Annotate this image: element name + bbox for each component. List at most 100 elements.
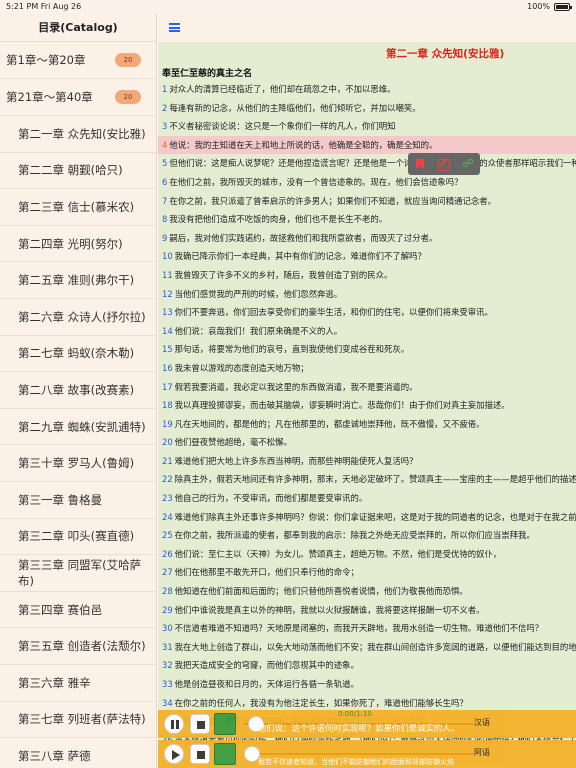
verse-text: 我没有把他们造成不吃饭的肉身，他们也不是长生不老的。 — [169, 214, 388, 225]
verse-text: 他自己的行为，不受审讯，而他们都是要受审讯的。 — [174, 493, 368, 504]
verse-row[interactable]: 14 他们说：哀哉我们！我们原来确是不义的人。 — [158, 322, 576, 341]
sidebar-chapter-item[interactable]: 第二三章 信士(慕米农) — [0, 189, 156, 226]
edit-note-icon[interactable] — [437, 157, 451, 171]
verse-text: 每逢有新的记念，从他们的主降临他们，他们倾听它，并加以嘲笑。 — [169, 102, 421, 113]
verse-row[interactable]: 29 他们中谁说我是真主以外的神明，我就以火狱报酬谁，我将要这样报酬一切不义者。 — [158, 601, 576, 620]
verse-row[interactable]: 18 我以真理投掷谬妄，而击破其脑袋，谬妄瞬时消亡。悲哉你们！由于你们对真主妄加描… — [158, 396, 576, 415]
verse-row[interactable]: 4 他说：我的主知道在天上和地上所说的话，他确是全聪的，确是全知的。 — [158, 135, 576, 155]
verse-text: 不信道者难道不知道吗？天地原是闭塞的，而我开天辟地，我用水创造一切生物。难道他们… — [174, 623, 544, 634]
verse-number: 4 — [162, 139, 168, 150]
verse-row[interactable]: 23 他自己的行为，不受审讯，而他们都是要受审讯的。 — [158, 489, 576, 508]
sidebar-chapter-item[interactable]: 第三四章 赛伯邑 — [0, 592, 156, 629]
verse-row[interactable]: 33 他是创造昼夜和日月的，天体运行各循一条轨道。 — [158, 675, 576, 694]
verse-text: 他们在他那里不敢先开口，他们只奉行他的命令； — [174, 567, 359, 578]
verse-text: 那句话，将要常为他们的哀号，直到我使他们变成谷茬和死灰。 — [174, 344, 410, 355]
group-label: 第1章～第20章 — [6, 53, 86, 67]
verse-row[interactable]: 11 我曾毁灭了许多不义的乡村，随后，我曾创造了别的民众。 — [158, 266, 576, 285]
sidebar-chapter-item[interactable]: 第二九章 蜘蛛(安凯逋特) — [0, 409, 156, 446]
verse-row[interactable]: 7 在你之前，我只派遣了曾奉启示的许多男人；如果你们不知道，就应当询问精通记念者。 — [158, 192, 576, 211]
verse-text: 他说：我的主知道在天上和地上所说的话，他确是全聪的，确是全知的。 — [169, 139, 438, 150]
pause-icon[interactable] — [164, 714, 184, 734]
sidebar-chapter-item[interactable]: 第三五章 创造者(法颓尔) — [0, 628, 156, 665]
verse-text: 在他们之前，我所毁灭的城市，没有一个曾信迹象的。现在，他们会信迹象吗？ — [169, 176, 463, 187]
verse-number: 21 — [162, 455, 173, 466]
verse-row[interactable]: 24 难道他们除真主外还事许多神明吗？你说：你们拿证据来吧，这是对于我的同道者的记… — [158, 508, 576, 527]
verse-number: 29 — [162, 604, 173, 615]
status-time: 5:21 PM Fri Aug 26 — [6, 2, 82, 11]
verse-row[interactable]: 5 但他们说：这是痴人说梦呢？还是他捏造谎言呢？还是他是一个诗人呢？教他象古代的众… — [158, 154, 576, 173]
verse-text: 难道他们除真主外还事许多神明吗？你说：你们拿证据来吧，这是对于我的同道者的记念，… — [174, 511, 576, 522]
verse-number: 9 — [162, 232, 168, 243]
play-icon[interactable] — [164, 744, 184, 764]
verse-row[interactable]: 27 他们在他那里不敢先开口，他们只奉行他的命令； — [158, 563, 576, 582]
verse-row[interactable]: 2 每逢有新的记念，从他们的主降临他们，他们倾听它，并加以嘲笑。 — [158, 99, 576, 118]
verse-row[interactable]: 20 他们昼夜赞他超绝，毫不松懈。 — [158, 433, 576, 452]
verse-row[interactable]: 30 不信道者难道不知道吗？天地原是闭塞的，而我开天辟地，我用水创造一切生物。难道… — [158, 619, 576, 638]
share-icon[interactable]: ☍ — [461, 157, 475, 171]
sidebar-chapter-item[interactable]: 第二四章 光明(努尔) — [0, 226, 156, 263]
verse-row[interactable]: 13 你们不要奔逃，你们回去享受你们的豪华生活，和你们的住宅，以便你们将来受审讯。 — [158, 303, 576, 322]
progress-track[interactable] — [244, 753, 474, 755]
sidebar-group-item[interactable]: 第21章～第40章 20 — [0, 79, 156, 116]
bookmark-icon[interactable] — [413, 157, 427, 171]
verse-row[interactable]: 16 我未曾以游戏的态度创造天地万物； — [158, 359, 576, 378]
verse-row[interactable]: 15 那句话，将要常为他们的哀号，直到我使他们变成谷茬和死灰。 — [158, 340, 576, 359]
sidebar-chapter-item[interactable]: 第二八章 故事(改赛素) — [0, 372, 156, 409]
verse-row[interactable]: 3 不义者秘密谈论说：这只是一个象你们一样的凡人，你们明知 — [158, 117, 576, 136]
verse-row[interactable]: 22 除真主外，假若天地间还有许多神明，那末，天地必定破坏了。赞颂真主——宝座的主… — [158, 470, 576, 489]
verse-row[interactable]: 8 我没有把他们造成不吃饭的肉身，他们也不是长生不老的。 — [158, 210, 576, 229]
verse-number: 32 — [162, 660, 173, 671]
verse-row[interactable]: 6 在他们之前，我所毁灭的城市，没有一个曾信迹象的。现在，他们会信迹象吗？ — [158, 173, 576, 192]
verse-row[interactable]: 1 对众人的清算已经临近了，他们却在疏忽之中，不加以思维。 — [158, 80, 576, 99]
sidebar-chapter-item[interactable]: 第三一章 鲁格曼 — [0, 482, 156, 519]
verse-number: 14 — [162, 325, 173, 336]
stop-icon[interactable] — [190, 714, 210, 734]
sidebar-chapter-item[interactable]: 第三二章 叩头(赛直德) — [0, 519, 156, 556]
sidebar-chapter-item[interactable]: 第三十章 罗马人(鲁姆) — [0, 445, 156, 482]
sidebar-chapter-item[interactable]: 第三八章 萨德 — [0, 738, 156, 768]
verse-row[interactable]: 10 我确已降示你们一本经典，其中有你们的记念，难道你们不了解吗？ — [158, 247, 576, 266]
verse-text: 他知道在他们前面和后面的；他们只替他所喜悦者说情，他们为敬畏他而恐惧。 — [174, 586, 468, 597]
verse-row[interactable]: 17 假若我要消遣，我必定以我这里的东西做消遣，我不是要消遣的。 — [158, 378, 576, 397]
verse-row[interactable]: 9 嗣后，我对他们实践诺约，故拯救他们和我所意欲者，而毁灭了过分者。 — [158, 229, 576, 248]
verse-row[interactable]: 32 我把天造成安全的穹窿，而他们忽视其中的迹象。 — [158, 656, 576, 675]
verse-text: 你们不要奔逃，你们回去享受你们的豪华生活，和你们的住宅，以便你们将来受审讯。 — [174, 307, 493, 318]
sidebar-chapter-item[interactable]: 第三六章 雅辛 — [0, 665, 156, 702]
playback-time: 0:00/1:10 — [338, 710, 372, 718]
verse-text: 在你之前，我所派遣的使者，都奉到我的启示：除我之外绝无应受崇拜的，所以你们应当崇… — [174, 530, 535, 541]
sidebar-group-item[interactable]: 第1章～第20章 20 — [0, 42, 156, 79]
verse-number: 31 — [162, 641, 173, 652]
verse-text: 他们说：至仁主以（天神）为女儿。赞颂真主，超绝万物。不然，他们是受优待的奴仆， — [174, 548, 502, 559]
book-cover-icon[interactable] — [214, 743, 236, 765]
sidebar-chapter-item[interactable]: 第二五章 准则(弗尔干) — [0, 262, 156, 299]
chapter-content[interactable]: 第二一章 众先知(安比雅) 奉至仁至慈的真主之名 1 对众人的清算已经临近了，他们… — [158, 42, 576, 768]
content-toolbar — [158, 14, 576, 42]
verse-row[interactable]: 12 当他们感觉我的严刑的时候，他们忽然奔逃。 — [158, 285, 576, 304]
verse-number: 17 — [162, 381, 173, 392]
verse-row[interactable]: 26 他们说：至仁主以（天神）为女儿。赞颂真主，超绝万物。不然，他们是受优待的奴仆… — [158, 545, 576, 564]
verse-row[interactable]: 25 在你之前，我所派遣的使者，都奉到我的启示：除我之外绝无应受崇拜的，所以你们应… — [158, 526, 576, 545]
verse-row[interactable]: 28 他知道在他们前面和后面的；他们只替他所喜悦者说情，他们为敬畏他而恐惧。 — [158, 582, 576, 601]
verse-row[interactable]: 31 我在大地上创造了群山，以免大地动荡而他们不安；我在群山间创造许多宽阔的道路，… — [158, 638, 576, 657]
verse-number: 19 — [162, 418, 173, 429]
verse-row[interactable]: 21 难道他们把大地上许多东西当神明，而那些神明能使死人复活吗？ — [158, 452, 576, 471]
sidebar-chapter-item[interactable]: 第三七章 列班者(萨法特) — [0, 702, 156, 739]
sidebar-chapter-item[interactable]: 第三三章 同盟军(艾哈萨布) — [0, 555, 156, 592]
book-cover-icon[interactable] — [214, 713, 236, 735]
sidebar-chapter-item[interactable]: 第二六章 众诗人(抒尔拉) — [0, 299, 156, 336]
sidebar-chapter-item[interactable]: 第二一章 众先知(安比雅) — [0, 116, 156, 153]
basmala-heading: 奉至仁至慈的真主之名 — [162, 69, 253, 79]
stop-icon[interactable] — [190, 744, 210, 764]
verse-number: 30 — [162, 623, 173, 634]
verse-text: 在你之前的任何人，我没有为他注定长生，如果你死了，难道他们能够长生吗？ — [174, 697, 468, 708]
verse-number: 22 — [162, 474, 173, 485]
sidebar-chapter-item[interactable]: 第二二章 朝觐(哈只) — [0, 153, 156, 190]
verse-row[interactable]: 19 凡在天地间的，都是他的；凡在他那里的，都虔诚地崇拜他，既不傲慢，又不疲倦。 — [158, 415, 576, 434]
verse-number: 24 — [162, 511, 173, 522]
verse-text: 他们昼夜赞他超绝，毫不松懈。 — [174, 437, 292, 448]
verse-number: 26 — [162, 548, 173, 559]
sidebar-chapter-item[interactable]: 第二七章 蚂蚁(奈木勒) — [0, 336, 156, 373]
verse-text: 在你之前，我只派遣了曾奉启示的许多男人；如果你们不知道，就应当询问精通记念者。 — [169, 195, 496, 206]
menu-icon[interactable] — [169, 23, 180, 32]
sidebar-title: 目录(Catalog) — [0, 14, 156, 42]
